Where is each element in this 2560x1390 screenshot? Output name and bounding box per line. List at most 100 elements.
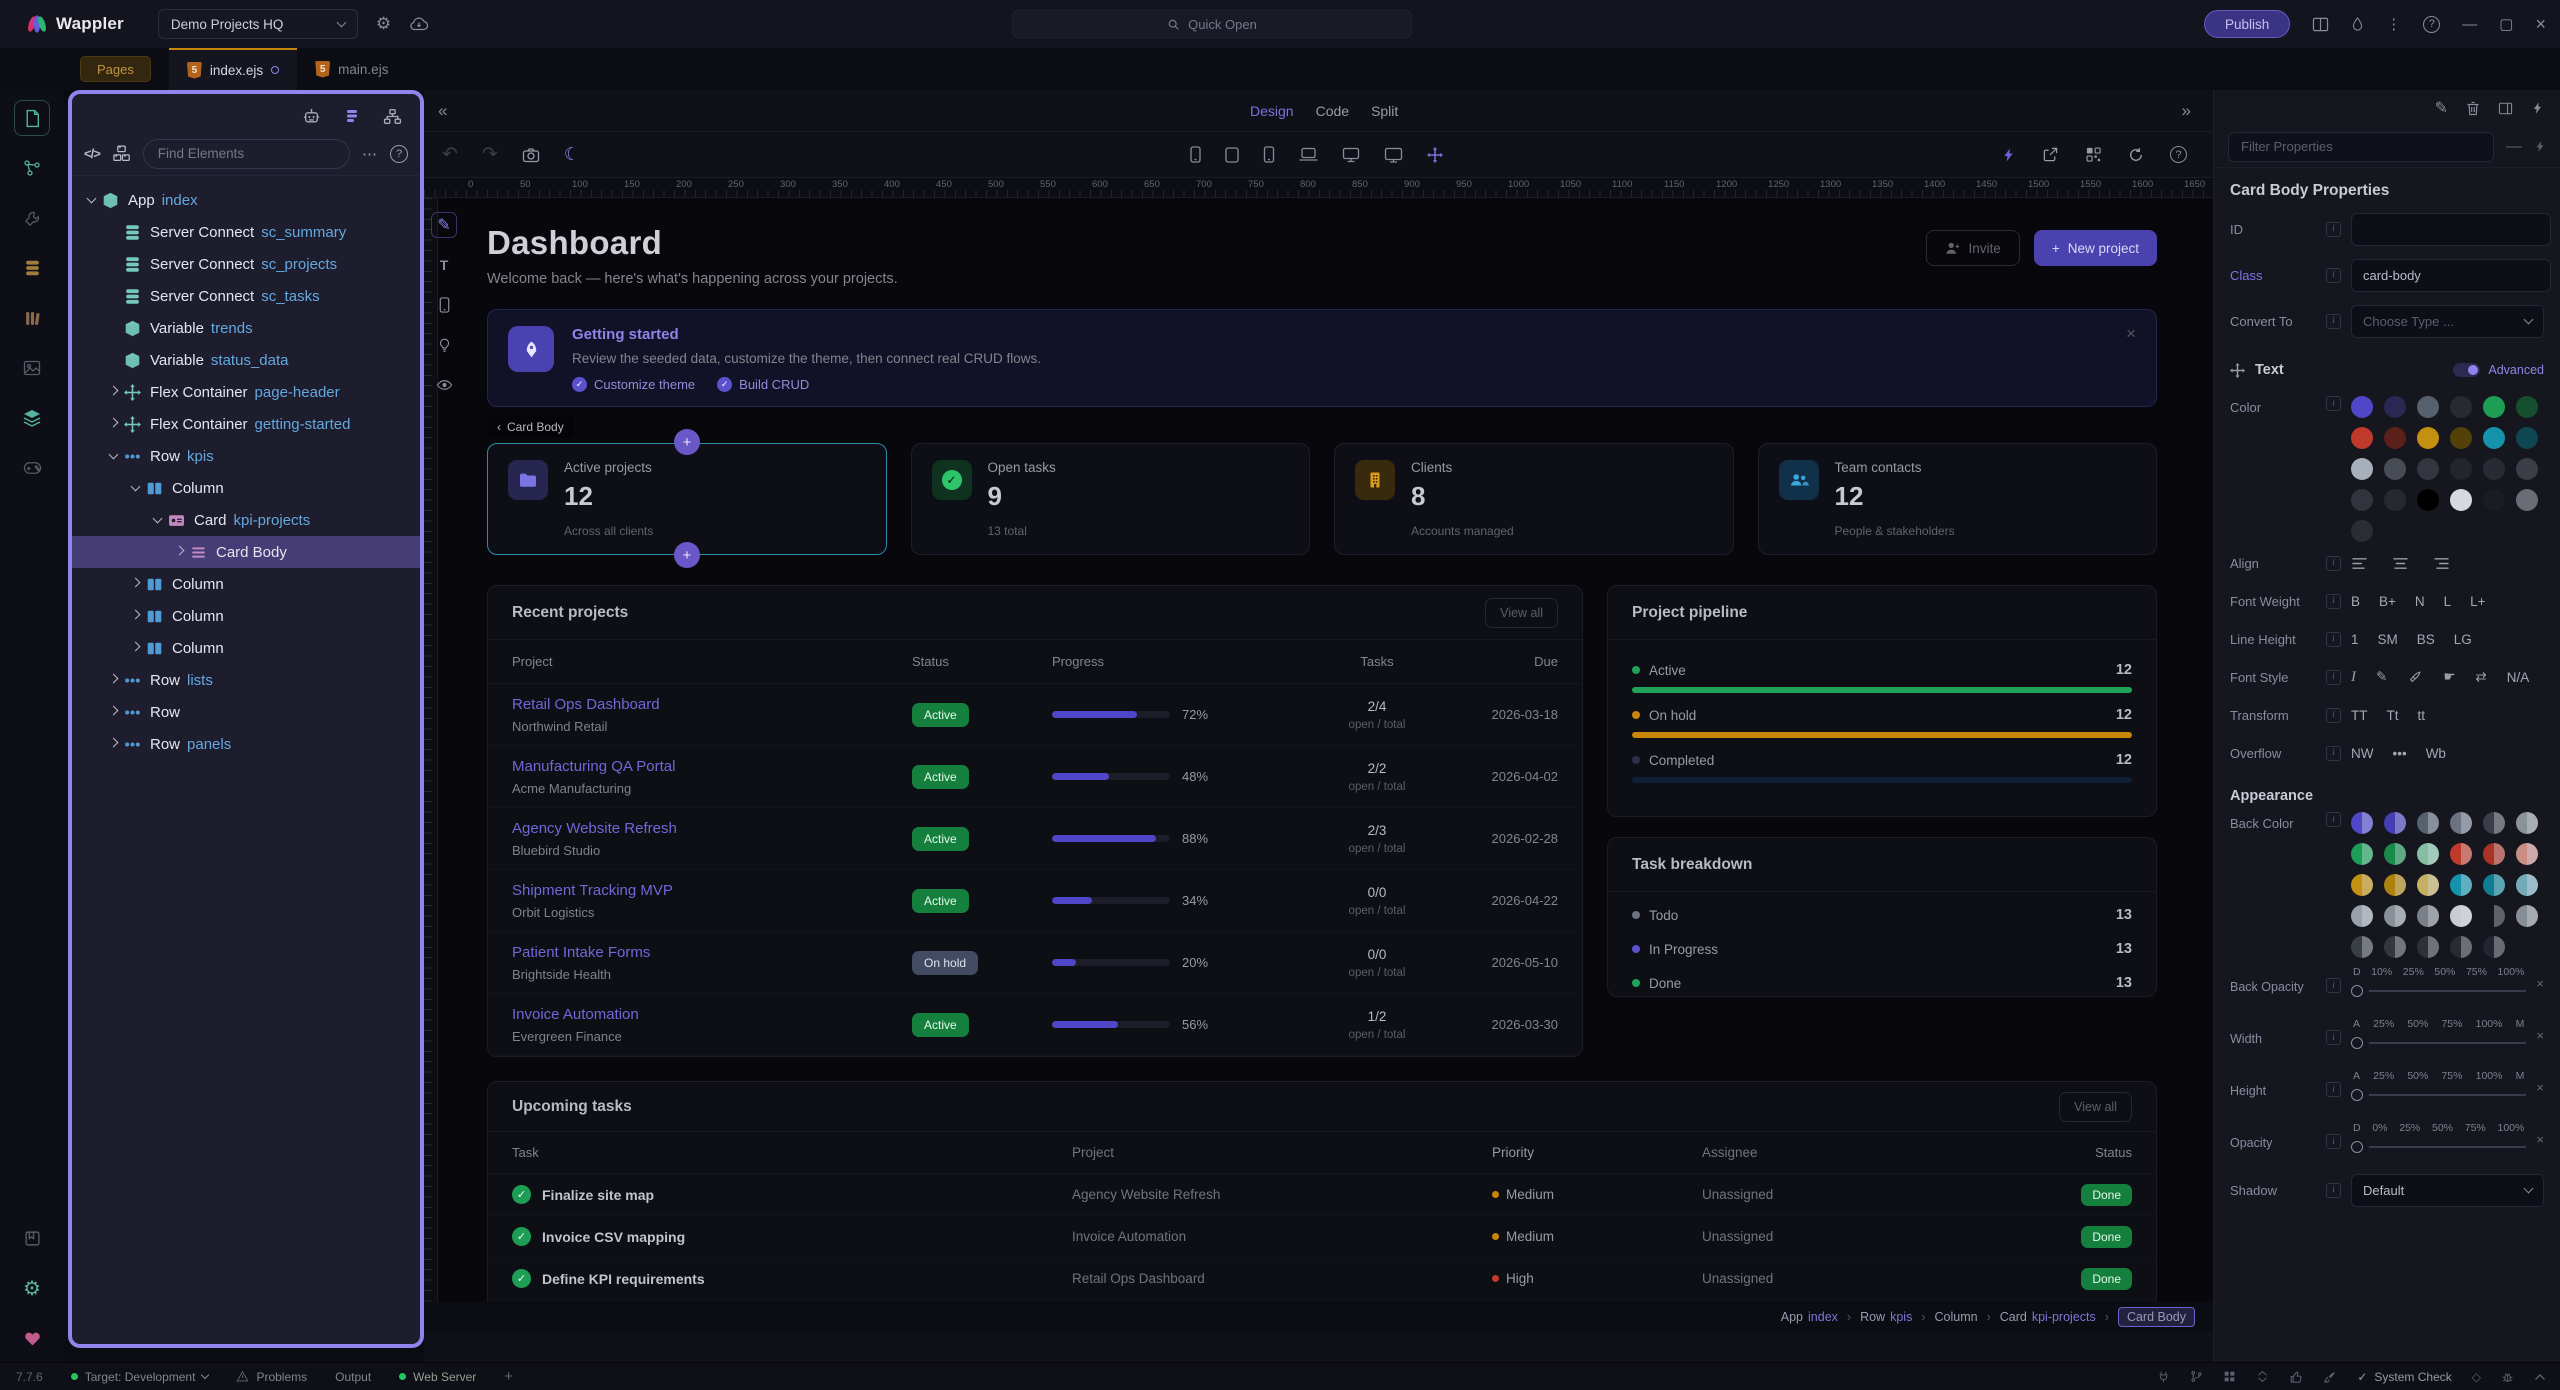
color-swatch[interactable] [2351,489,2373,511]
dom-tree-icon[interactable] [383,107,402,126]
support-heart-icon[interactable] [14,1320,50,1356]
table-row[interactable]: Shipment Tracking MVPOrbit LogisticsActi… [488,870,1582,932]
align-right-icon[interactable] [2433,557,2450,570]
rail-settings-icon[interactable]: ⚙ [14,1270,50,1306]
color-swatch[interactable] [2351,874,2373,896]
color-swatch[interactable] [2417,489,2439,511]
color-swatch[interactable] [2417,843,2439,865]
slider-track[interactable] [2351,985,2526,997]
grid-icon[interactable] [2223,1370,2236,1383]
insert-after-button[interactable]: + [674,542,700,568]
color-swatch[interactable] [2483,843,2505,865]
diamond-icon[interactable]: ◇ [2472,1370,2481,1384]
color-swatch[interactable] [2450,396,2472,418]
more-menu-icon[interactable]: ⋮ [2386,15,2401,33]
project-name[interactable]: Agency Website Refresh [512,820,912,837]
color-swatch[interactable] [2417,458,2439,480]
ai-assistant-icon[interactable] [302,107,321,126]
plug-icon[interactable] [2157,1370,2170,1383]
split-view-icon[interactable] [2312,17,2329,32]
slider-tick[interactable]: 10% [2371,966,2392,978]
help-icon[interactable]: ? [2423,16,2440,33]
info-icon[interactable]: i [2326,708,2341,723]
field-select[interactable]: Choose Type ... [2351,305,2544,338]
project-name[interactable]: Manufacturing QA Portal [512,758,912,775]
info-icon[interactable]: i [2326,396,2341,411]
pages-button[interactable]: Pages [80,56,151,82]
tree-expander-icon[interactable] [126,582,144,586]
color-swatch[interactable] [2351,812,2373,834]
collapse-statusbar-icon[interactable] [2534,1373,2546,1381]
tree-expander-icon[interactable] [126,486,144,490]
code-view-icon[interactable]: </> [84,146,100,161]
tree-expander-icon[interactable] [82,198,100,202]
table-row[interactable]: ✓Invoice CSV mappingInvoice AutomationMe… [488,1216,2156,1258]
device-phone-landscape-icon[interactable] [1263,146,1275,163]
color-swatch[interactable] [2483,427,2505,449]
color-swatch[interactable] [2483,458,2505,480]
packages-icon[interactable] [14,1220,50,1256]
option-b[interactable]: B+ [2379,594,2396,609]
tab-main.ejs[interactable]: 5main.ejs [297,48,406,90]
info-icon[interactable]: i [2326,556,2341,571]
tree-item-column[interactable]: Column [72,472,420,504]
slider-tick[interactable]: A [2353,1070,2360,1082]
slider-knob-icon[interactable] [2351,1037,2363,1049]
upcoming-view-all-button[interactable]: View all [2059,1092,2132,1122]
qr-preview-icon[interactable] [2085,146,2102,163]
slider-tick[interactable]: 25% [2373,1070,2394,1082]
tree-item-sc_tasks[interactable]: Server Connectsc_tasks [72,280,420,312]
table-row[interactable]: ✓Define KPI requirementsRetail Ops Dashb… [488,1258,2156,1300]
color-swatch[interactable] [2450,812,2472,834]
color-swatch[interactable] [2483,812,2505,834]
align-center-icon[interactable] [2392,557,2409,570]
project-name[interactable]: Shipment Tracking MVP [512,882,912,899]
thumbs-up-icon[interactable] [2289,1370,2303,1384]
workflows-panel-icon[interactable] [14,150,50,186]
assets-panel-icon[interactable] [14,350,50,386]
tree-expander-icon[interactable] [170,550,188,554]
color-swatch[interactable] [2351,905,2373,927]
option-wb[interactable]: Wb [2426,746,2446,761]
pages-panel-icon[interactable] [14,100,50,136]
field-input[interactable] [2351,259,2551,292]
minimize-icon[interactable]: — [2462,16,2477,33]
info-icon[interactable]: i [2326,594,2341,609]
tab-index.ejs[interactable]: 5index.ejs [169,48,297,90]
info-icon[interactable]: i [2326,268,2341,283]
color-swatch[interactable] [2417,812,2439,834]
option-1[interactable]: 1 [2351,632,2359,647]
slider-tick[interactable]: 50% [2407,1018,2428,1030]
edit-tool-icon[interactable]: ✎ [431,212,457,238]
option-bs[interactable]: BS [2417,632,2435,647]
align-left-icon[interactable] [2351,557,2368,570]
settings-icon[interactable]: ⚙ [376,14,391,34]
info-icon[interactable]: i [2326,978,2341,993]
dynamic-data-icon[interactable] [2534,140,2546,153]
slider-tick[interactable]: 75% [2441,1070,2462,1082]
kpi-card-clients[interactable]: Clients8Accounts managed [1334,443,1734,555]
info-icon[interactable]: i [2326,222,2341,237]
color-swatch[interactable] [2450,843,2472,865]
slider-tick[interactable]: 75% [2465,1122,2486,1134]
color-swatch[interactable] [2483,905,2505,927]
option-b[interactable]: B [2351,594,2360,609]
info-icon[interactable]: i [2326,632,2341,647]
open-browser-icon[interactable] [2042,146,2059,163]
close-icon[interactable]: × [2535,14,2546,35]
slider-clear-icon[interactable]: × [2536,1018,2544,1043]
table-row[interactable]: Manufacturing QA PortalAcme Manufacturin… [488,746,1582,808]
color-swatch[interactable] [2516,905,2538,927]
tree-expander-icon[interactable] [104,422,122,426]
slider-clear-icon[interactable]: × [2536,1122,2544,1147]
collapse-panel-icon[interactable]: « [438,101,447,121]
idea-tool-icon[interactable] [431,332,457,358]
bug-icon[interactable] [2501,1370,2514,1384]
slider-track[interactable] [2351,1037,2526,1049]
tree-item-panels[interactable]: Rowpanels [72,728,420,760]
option-l[interactable]: L [2444,594,2452,609]
table-row[interactable]: Retail Ops DashboardNorthwind RetailActi… [488,684,1582,746]
tree-item-column[interactable]: Column [72,568,420,600]
color-swatch[interactable] [2516,812,2538,834]
find-elements-field[interactable] [143,139,350,169]
